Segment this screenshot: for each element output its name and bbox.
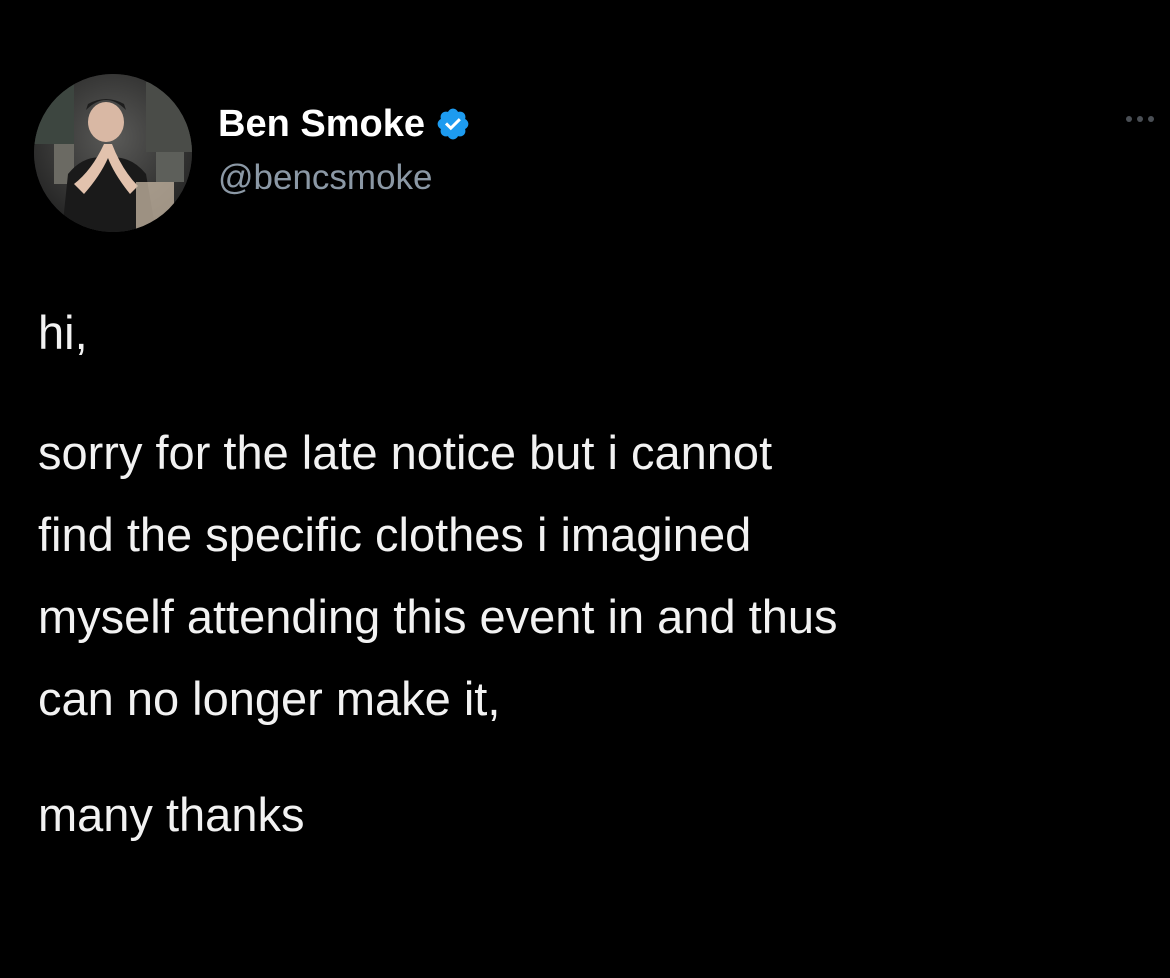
tweet-greeting: hi, [38,306,88,359]
author-handle[interactable]: @bencsmoke [218,158,433,198]
more-options-icon[interactable] [1126,104,1170,134]
tweet-line: can no longer make it, [38,672,501,725]
tweet-line: sorry for the late notice but i cannot [38,426,773,479]
more-dot [1137,116,1143,122]
profile-photo-image [34,74,192,232]
more-dot [1148,116,1154,122]
tweet-line: myself attending this event in and thus [38,590,838,643]
tweet-signoff: many thanks [38,788,305,841]
author-name-row: Ben Smoke [218,100,471,148]
more-dot [1126,116,1132,122]
verified-badge-icon [435,106,471,142]
tweet-text: hi, sorry for the late notice but i cann… [38,304,1148,841]
tweet-paragraph: sorry for the late notice but i cannot f… [38,424,1148,752]
tweet-card: Ben Smoke @bencsmoke hi, sorry for the l… [0,0,1170,978]
author-display-name[interactable]: Ben Smoke [218,103,425,146]
author-avatar[interactable] [34,74,192,232]
tweet-line: find the specific clothes i imagined [38,508,752,561]
